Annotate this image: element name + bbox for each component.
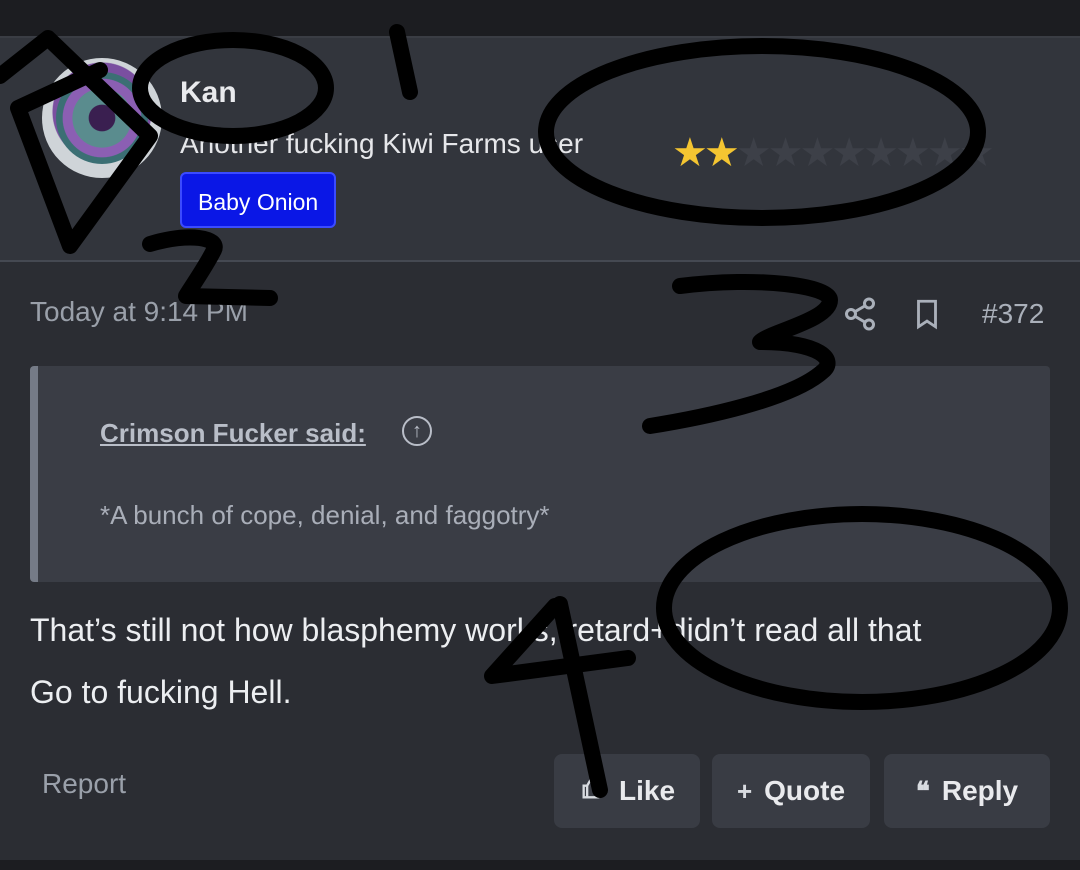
star-empty-icon: ★ [799,131,835,175]
star-empty-icon: ★ [895,131,931,175]
quote-block: Crimson Fucker said: ↑ *A bunch of cope,… [30,366,1050,582]
post-number[interactable]: #372 [982,298,1044,330]
like-label: Like [618,775,676,806]
top-bar [0,0,1080,38]
star-rating: ★★★★★★★★★★ [672,130,995,176]
like-icon [579,774,607,809]
quote-marks-icon: ❝ [915,775,930,806]
report-link[interactable]: Report [42,768,126,800]
reply-button[interactable]: ❝ Reply [884,754,1050,828]
post-body-line: That’s still not how blasphemy works, re… [30,612,922,648]
avatar-image [56,72,148,164]
reply-label: Reply [941,775,1019,806]
username[interactable]: Kan [180,76,237,110]
star-filled-icon: ★ [703,131,740,175]
avatar[interactable] [42,58,162,178]
quote-label: Quote [764,775,846,806]
quote-up-arrow-icon[interactable]: ↑ [402,416,432,446]
quote-author[interactable]: Crimson Fucker said: [100,418,366,449]
quote-button[interactable]: + Quote [712,754,870,828]
post-timestamp[interactable]: Today at 9:14 PM [30,296,248,328]
user-title: Another fucking Kiwi Farms user [180,128,584,159]
star-empty-icon: ★ [926,131,963,175]
share-icon[interactable] [842,296,878,332]
star-filled-icon: ★ [672,131,708,175]
star-empty-icon: ★ [831,131,867,175]
user-badge: Baby Onion [180,172,337,228]
star-empty-icon: ★ [767,131,804,175]
like-button[interactable]: Like [554,754,700,828]
bottom-bar [0,860,1080,870]
bookmark-icon[interactable] [910,296,944,332]
post-body-line: Go to fucking Hell. [30,674,292,710]
star-empty-icon: ★ [958,131,995,175]
star-empty-icon: ★ [735,131,772,175]
plus-icon: + [736,775,753,806]
star-empty-icon: ★ [863,131,899,175]
quote-text: *A bunch of cope, denial, and faggotry* [100,500,550,530]
